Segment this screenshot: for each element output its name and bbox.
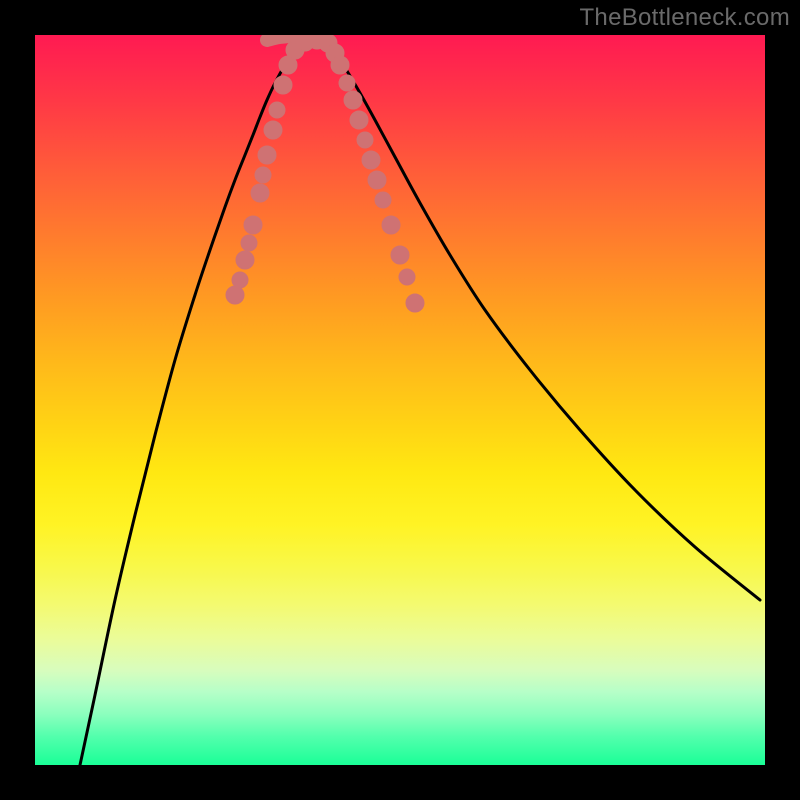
data-marker <box>357 132 373 148</box>
data-marker <box>368 171 386 189</box>
chart-frame: TheBottleneck.com <box>0 0 800 800</box>
data-marker <box>241 235 257 251</box>
data-marker <box>226 286 244 304</box>
data-marker <box>236 251 254 269</box>
data-marker <box>251 184 269 202</box>
data-marker <box>350 111 368 129</box>
watermark-text: TheBottleneck.com <box>579 4 790 32</box>
data-marker <box>258 146 276 164</box>
curve-svg <box>35 35 765 765</box>
right-curve <box>325 40 760 600</box>
data-marker <box>344 91 362 109</box>
data-marker <box>382 216 400 234</box>
data-marker <box>274 76 292 94</box>
data-marker <box>339 75 355 91</box>
data-marker <box>406 294 424 312</box>
data-marker <box>331 56 349 74</box>
data-marker <box>391 246 409 264</box>
plot-area <box>35 35 765 765</box>
data-marker <box>399 269 415 285</box>
data-marker <box>269 102 285 118</box>
data-marker <box>375 192 391 208</box>
data-marker <box>244 216 262 234</box>
markers-group <box>226 35 424 312</box>
data-marker <box>232 272 248 288</box>
data-marker <box>264 121 282 139</box>
data-marker <box>255 167 271 183</box>
data-marker <box>362 151 380 169</box>
